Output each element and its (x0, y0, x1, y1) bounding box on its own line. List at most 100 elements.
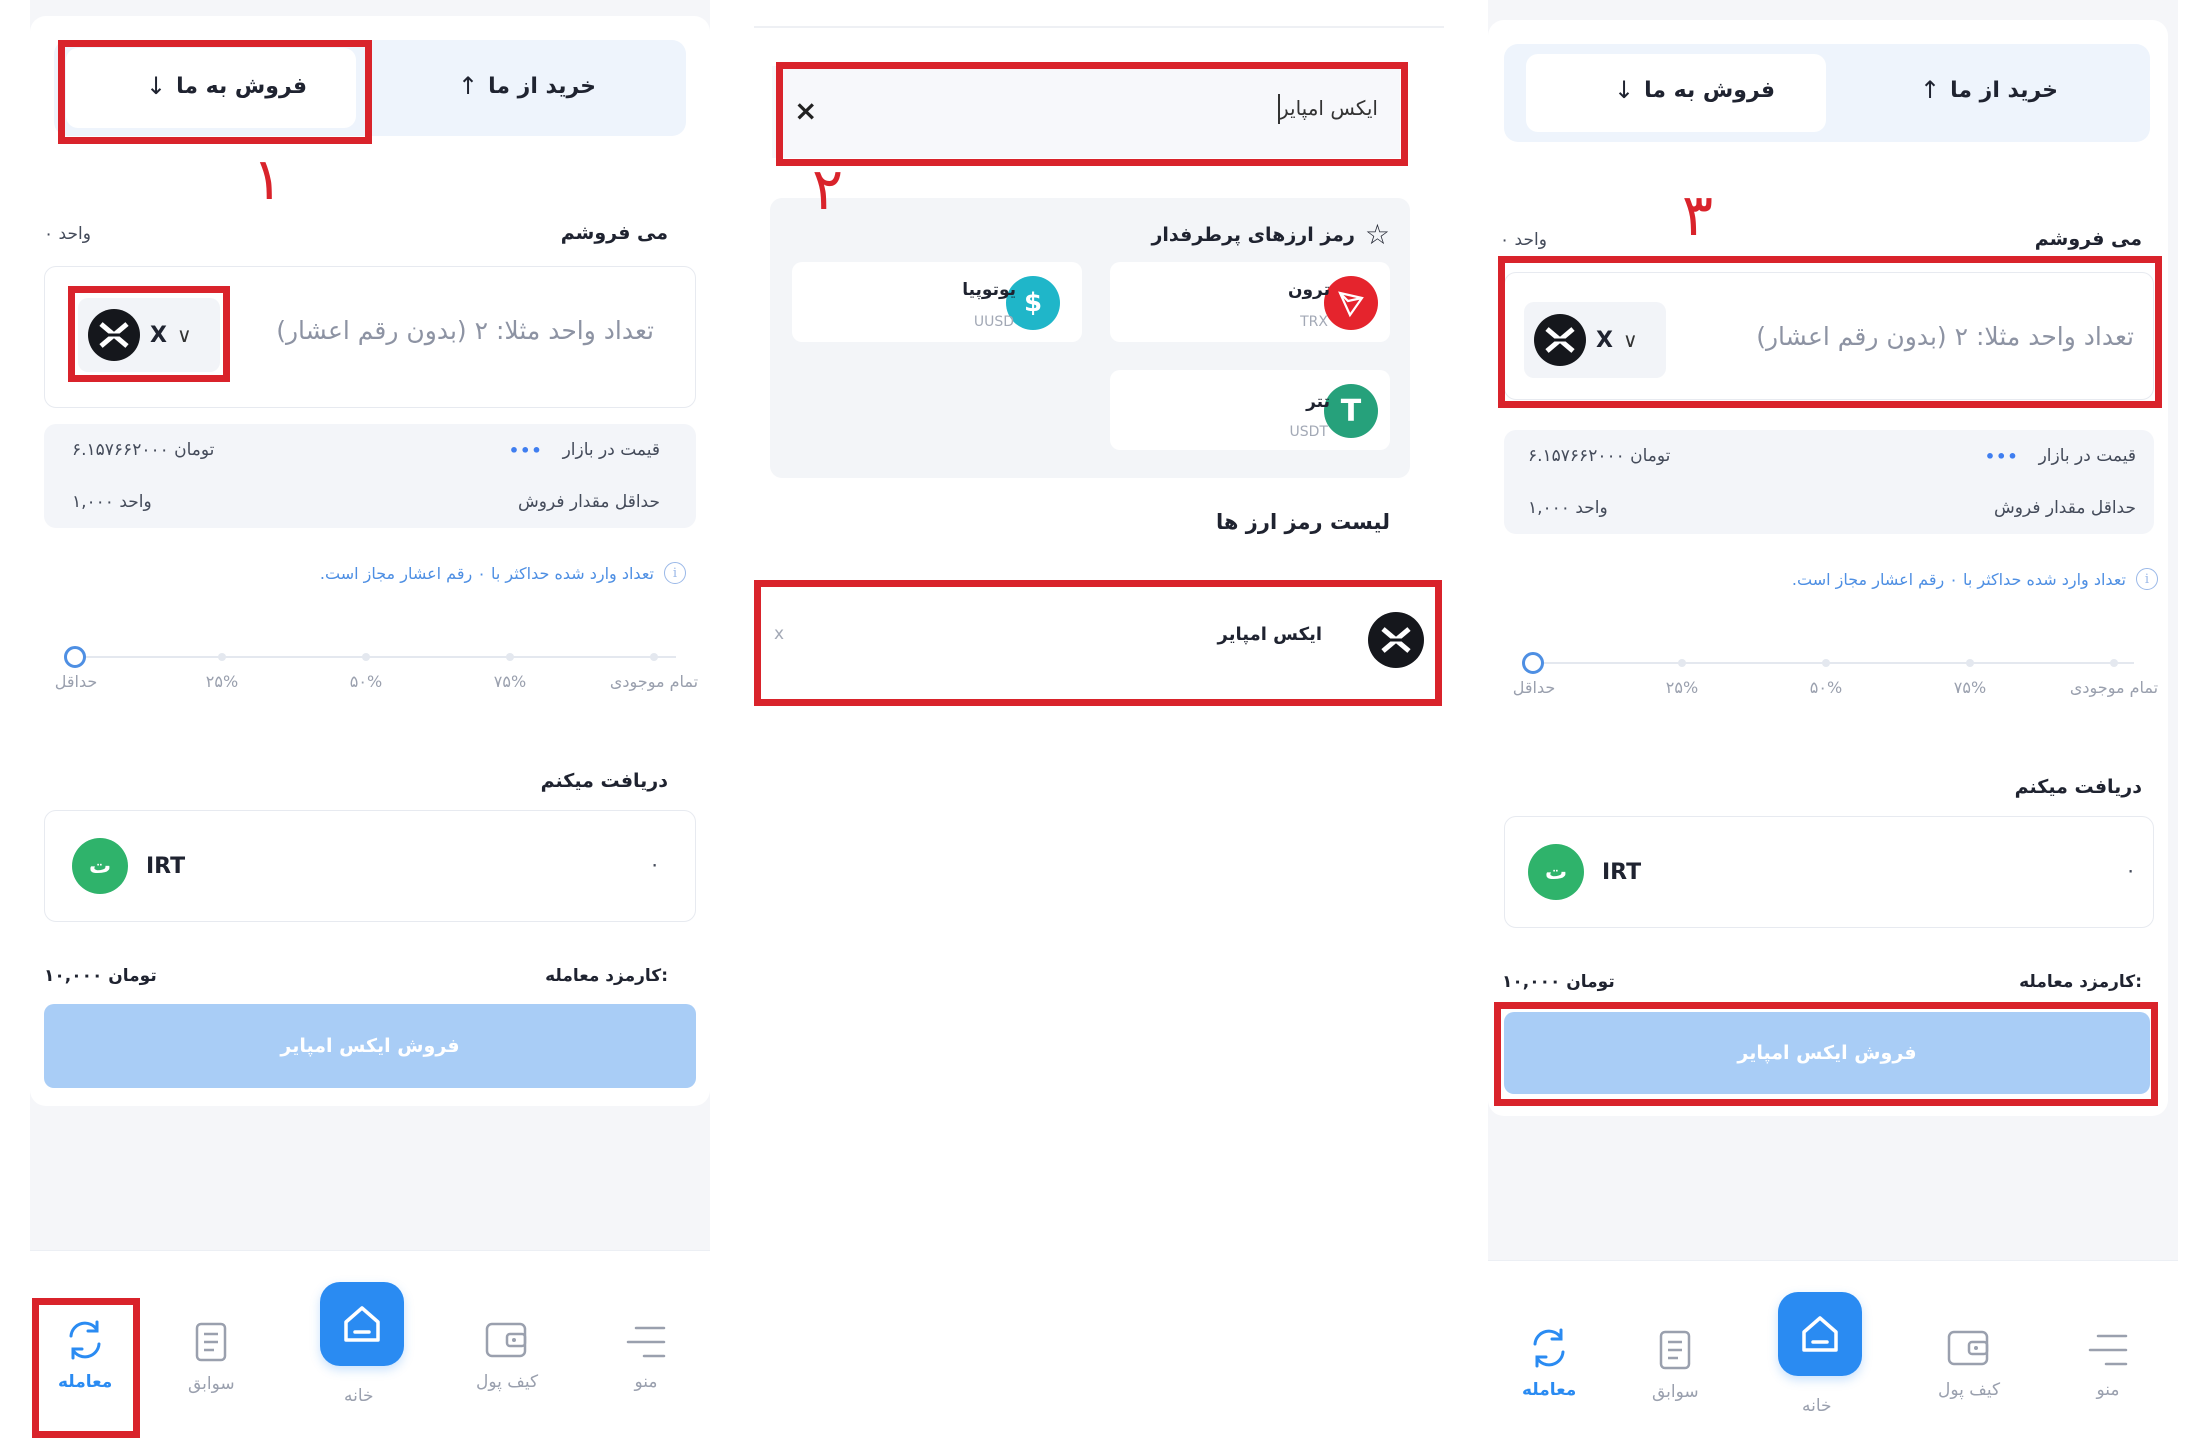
slider-label-50: ۵۰% (1809, 678, 1843, 697)
favorites-header: ☆ رمز ارزهای پرطرفدار (1151, 218, 1390, 251)
swap-icon (1533, 1328, 1565, 1368)
tab-buy-from-us[interactable]: خرید از ما ↑ (458, 72, 596, 100)
slider-label-25: ۲۵% (205, 672, 239, 691)
slider-step-100[interactable] (650, 653, 658, 661)
loading-dots-icon: ••• (1984, 446, 2019, 466)
tron-coin-icon (1324, 276, 1378, 330)
slider-label-min: حداقل (1512, 678, 1556, 697)
home-icon (1802, 1316, 1838, 1352)
info-icon: i (2136, 568, 2158, 590)
market-price-label: قیمت در بازار ••• (1984, 446, 2136, 466)
highlight-amount-input (1498, 256, 2162, 408)
receive-currency: ت IRT (72, 838, 185, 894)
sell-balance: ۰ واحد (44, 224, 91, 244)
arrow-up-icon: ↑ (458, 72, 479, 100)
document-icon (1660, 1330, 1691, 1370)
sell-section-label: می فروشم (560, 222, 668, 244)
slider-step-100[interactable] (2110, 659, 2118, 667)
slider-knob[interactable] (64, 646, 86, 668)
step-number-2: ٢ (812, 155, 844, 223)
toman-icon: ت (1528, 844, 1584, 900)
receive-label: دریافت میکنم (540, 770, 668, 792)
min-sell-value: ۱,۰۰۰ واحد (1528, 498, 1608, 518)
slider-step-50[interactable] (362, 653, 370, 661)
panel-trade-step1: فروش به ما ↓ خرید از ما ↑ می فروشم ۰ واحد … (30, 0, 710, 1440)
coin-list-title: لیست رمز ارز ها (1216, 510, 1390, 534)
slider-knob[interactable] (1522, 652, 1544, 674)
highlight-submit-button (1494, 1002, 2158, 1106)
nav-menu[interactable]: منو (2086, 1330, 2130, 1400)
fav-name-uusd: یوتوپیا (962, 280, 1016, 300)
sell-section-label: می فروشم (2034, 228, 2142, 250)
min-sell-label: حداقل مقدار فروش (1994, 498, 2136, 518)
slider-label-50: ۵۰% (349, 672, 383, 691)
slider-step-25[interactable] (1678, 659, 1686, 667)
fav-symbol-trx: TRX (1300, 314, 1328, 330)
fav-name-usdt: تتر (1306, 392, 1330, 412)
nav-wallet[interactable]: کیف پول (1938, 1326, 2000, 1400)
arrow-down-icon: ↓ (1614, 76, 1635, 104)
trade-card (30, 16, 710, 1106)
highlight-coin-selector (68, 286, 230, 382)
slider-label-25: ۲۵% (1665, 678, 1699, 697)
fee-value: ۱۰,۰۰۰ تومان (44, 966, 157, 986)
info-icon: i (664, 562, 686, 584)
slider-label-all: تمام موجودی (609, 672, 699, 691)
slider-label-min: حداقل (54, 672, 98, 691)
document-icon (196, 1322, 227, 1362)
loading-dots-icon: ••• (508, 440, 543, 460)
fav-symbol-uusd: UUSD (973, 314, 1014, 330)
nav-home-label: خانه (344, 1386, 374, 1406)
home-icon (344, 1306, 380, 1342)
panel-trade-step3: فروش به ما ↓ خرید از ما ↑ ٣ می فروشم ۰ واح… (1488, 0, 2178, 1440)
market-price-value: ۶.۱۵۷۶۶۲۰۰۰ تومان (72, 440, 215, 460)
panel-coin-search: ایکس امپایر × ☆ رمز ارزهای پرطرفدار ترون… (750, 0, 1450, 1440)
menu-icon (2088, 1334, 2128, 1366)
receive-amount: ۰ (2125, 858, 2136, 882)
amount-placeholder: تعداد واحد مثلا: ۲ (بدون رقم اعشار) (276, 316, 654, 345)
sell-balance: ۰ واحد (1500, 230, 1547, 250)
step-number-1: ١ (252, 145, 284, 213)
toman-icon: ت (72, 838, 128, 894)
slider-label-75: ۷۵% (493, 672, 527, 691)
slider-step-25[interactable] (218, 653, 226, 661)
fee-label: کارمزد معامله: (2019, 972, 2142, 992)
amount-slider-track[interactable] (1534, 662, 2134, 664)
slider-label-all: تمام موجودی (2069, 678, 2159, 697)
highlight-search-field (776, 62, 1408, 166)
fee-label: کارمزد معامله: (545, 966, 668, 986)
arrow-up-icon: ↑ (1920, 76, 1941, 104)
fav-name-trx: ترون (1287, 280, 1330, 300)
receive-currency: ت IRT (1528, 844, 1641, 900)
tab-sell-label: فروش به ما ↓ (1614, 76, 1776, 104)
submit-sell-button[interactable]: فروش ایکس امپایر (44, 1004, 696, 1088)
highlight-nav-trade (32, 1298, 140, 1438)
slider-step-50[interactable] (1822, 659, 1830, 667)
min-sell-value: ۱,۰۰۰ واحد (72, 492, 152, 512)
nav-history[interactable]: سوابق (1652, 1328, 1699, 1402)
tab-buy-from-us[interactable]: خرید از ما ↑ (1920, 76, 2058, 104)
receive-label: دریافت میکنم (2014, 776, 2142, 798)
tether-coin-icon: T (1324, 384, 1378, 438)
fee-value: ۱۰,۰۰۰ تومان (1502, 972, 1615, 992)
nav-history[interactable]: سوابق (188, 1320, 235, 1394)
wallet-icon (1947, 1330, 1989, 1366)
nav-home[interactable] (320, 1282, 404, 1366)
nav-wallet[interactable]: کیف پول (476, 1318, 538, 1392)
decimal-note: i تعداد وارد شده حداکثر با ۰ رقم اعشار مج… (320, 562, 686, 584)
step-number-3: ٣ (1682, 181, 1714, 249)
nav-home-label: خانه (1802, 1396, 1832, 1416)
receive-amount: ۰ (649, 852, 660, 876)
decimal-note: i تعداد وارد شده حداکثر با ۰ رقم اعشار مج… (1792, 568, 2158, 590)
wallet-icon (485, 1322, 527, 1358)
market-price-label: قیمت در بازار ••• (508, 440, 660, 460)
amount-slider-track[interactable] (76, 656, 676, 658)
slider-step-75[interactable] (1966, 659, 1974, 667)
highlight-sell-tab (58, 40, 372, 144)
slider-step-75[interactable] (506, 653, 514, 661)
nav-trade[interactable]: معامله (1522, 1326, 1576, 1400)
nav-home[interactable] (1778, 1292, 1862, 1376)
slider-label-75: ۷۵% (1953, 678, 1987, 697)
min-sell-label: حداقل مقدار فروش (518, 492, 660, 512)
nav-menu[interactable]: منو (624, 1322, 668, 1392)
